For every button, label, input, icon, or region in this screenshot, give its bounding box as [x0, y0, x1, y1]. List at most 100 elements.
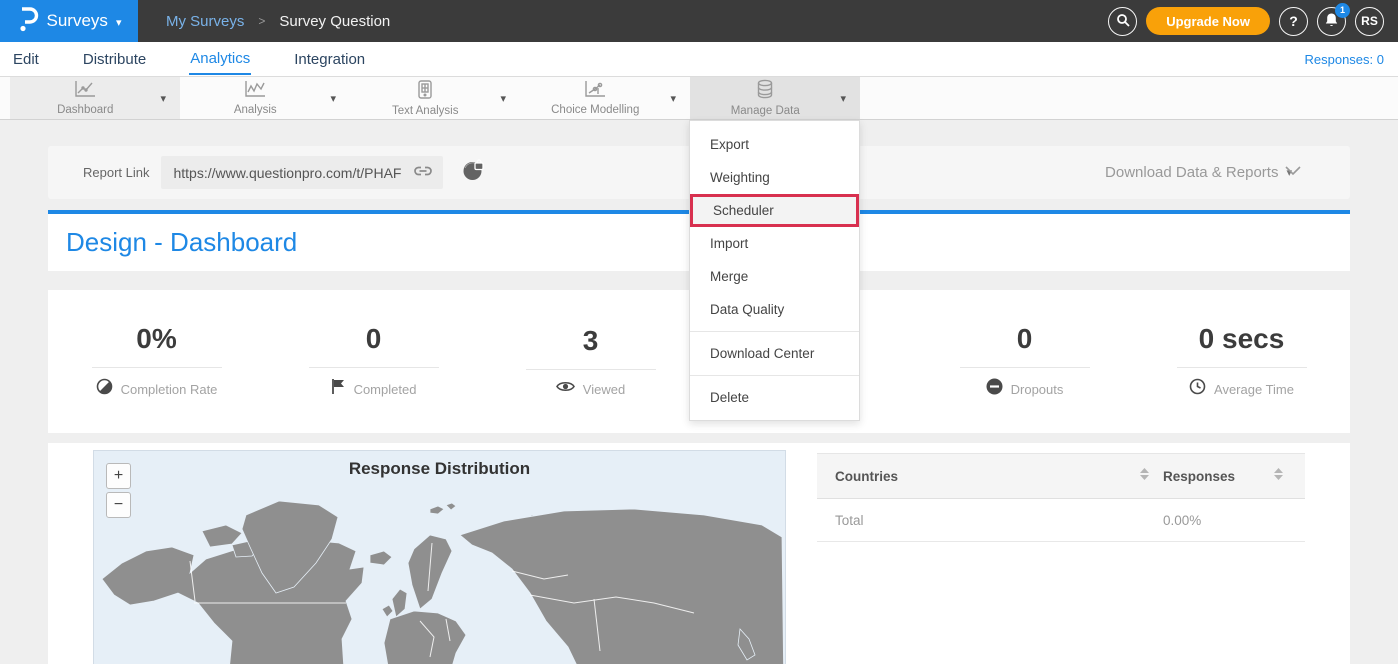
stat-value: 0 [366, 323, 382, 355]
breadcrumb: My Surveys > Survey Question [166, 13, 390, 30]
countries-table: Countries Responses Total 0.00% [817, 453, 1305, 542]
menu-item-scheduler[interactable]: Scheduler [690, 194, 859, 227]
menu-divider [690, 331, 859, 332]
chevron-down-icon[interactable]: ▾ [160, 92, 166, 105]
nav-item-edit[interactable]: Edit [12, 45, 40, 74]
analysis-chart-icon [244, 80, 266, 103]
stat-label: Viewed [583, 382, 625, 397]
nav-item-distribute[interactable]: Distribute [82, 45, 147, 74]
menu-item-delete[interactable]: Delete [690, 381, 859, 414]
sort-icon[interactable] [1140, 467, 1149, 485]
map-zoom-controls: + − [106, 463, 131, 518]
tab-label: Choice Modelling [551, 104, 639, 116]
divider [1177, 367, 1307, 368]
chevron-down-icon: ▾ [116, 16, 122, 29]
row-responses: 0.00% [1163, 513, 1201, 528]
table-header-row: Countries Responses [817, 453, 1305, 499]
chevron-down-icon[interactable]: ▾ [670, 92, 676, 105]
sort-icon[interactable] [1274, 467, 1283, 485]
privacy-globe-lock-icon[interactable] [461, 158, 486, 188]
table-row: Total 0.00% [817, 499, 1305, 542]
divider [960, 367, 1090, 368]
download-data-reports-label: Download Data & Reports [1105, 164, 1278, 181]
link-icon[interactable] [413, 164, 433, 182]
column-header-countries[interactable]: Countries [835, 469, 898, 484]
tab-choice-modelling[interactable]: Choice Modelling ▾ [520, 77, 690, 119]
breadcrumb-my-surveys[interactable]: My Surveys [166, 13, 244, 30]
breadcrumb-current: Survey Question [279, 13, 390, 30]
stat-dropouts: 0 Dropouts [916, 290, 1133, 433]
tab-label: Dashboard [57, 104, 113, 116]
stat-value: 0 [1017, 323, 1033, 355]
stat-value: 0% [136, 323, 176, 355]
page-title: Design - Dashboard [66, 227, 297, 258]
stat-label: Completed [354, 382, 417, 397]
nav-item-analytics[interactable]: Analytics [189, 44, 251, 75]
top-bar: Surveys ▾ My Surveys > Survey Question U… [0, 0, 1398, 42]
world-map[interactable] [94, 451, 786, 664]
menu-item-download-center[interactable]: Download Center [690, 337, 859, 370]
stat-completion-rate: 0% Completion Rate [48, 290, 265, 433]
minus-circle-icon [986, 378, 1003, 400]
menu-item-weighting[interactable]: Weighting [690, 161, 859, 194]
chevron-down-icon[interactable]: ▾ [840, 92, 846, 105]
menu-divider [690, 375, 859, 376]
download-data-reports-dropdown[interactable]: Download Data & Reports ▾ [1105, 164, 1292, 181]
survey-nav: Edit Distribute Analytics Integration Re… [0, 42, 1398, 76]
stat-label: Completion Rate [121, 382, 218, 397]
analytics-toolbar: Dashboard ▾ Analysis ▾ Text Analysis ▾ C… [0, 76, 1398, 120]
stat-label: Average Time [1214, 382, 1294, 397]
menu-item-merge[interactable]: Merge [690, 260, 859, 293]
distribution-section: Response Distribution + − [48, 443, 1350, 664]
avatar-initials: RS [1361, 14, 1378, 28]
question-mark-icon: ? [1289, 13, 1298, 29]
stat-value: 3 [583, 325, 599, 357]
menu-item-data-quality[interactable]: Data Quality [690, 293, 859, 326]
flag-icon [331, 378, 346, 400]
report-url-value[interactable]: https://www.questionpro.com/t/PHAF [173, 165, 413, 181]
chevron-down-icon[interactable]: ▾ [330, 92, 336, 105]
notification-count-badge: 1 [1335, 3, 1350, 18]
tab-manage-data[interactable]: Manage Data ▾ [690, 77, 860, 119]
divider [309, 367, 439, 368]
stat-label: Dropouts [1011, 382, 1064, 397]
column-header-responses[interactable]: Responses [1163, 469, 1235, 484]
upgrade-now-button[interactable]: Upgrade Now [1146, 7, 1270, 35]
stat-completed: 0 Completed [265, 290, 482, 433]
tab-analysis[interactable]: Analysis ▾ [180, 77, 350, 119]
report-url-field[interactable]: https://www.questionpro.com/t/PHAF [161, 156, 443, 189]
stat-viewed: 3 Viewed [482, 290, 699, 433]
eye-icon [556, 380, 575, 398]
notifications-button[interactable]: 1 [1317, 7, 1346, 36]
manage-data-menu: Export Weighting Scheduler Import Merge … [689, 120, 860, 421]
tab-dashboard[interactable]: Dashboard ▾ [10, 77, 180, 119]
product-name: Surveys [47, 11, 108, 31]
stat-average-time: 0 secs Average Time [1133, 290, 1350, 433]
surveys-app-switcher[interactable]: Surveys ▾ [0, 0, 138, 42]
tab-text-analysis[interactable]: Text Analysis ▾ [350, 77, 520, 119]
tab-label: Manage Data [731, 105, 800, 117]
completion-rate-icon [96, 378, 113, 400]
line-chart-icon [74, 80, 96, 103]
report-link-label: Report Link [83, 165, 149, 180]
search-button[interactable] [1108, 7, 1137, 36]
map-zoom-in-button[interactable]: + [106, 463, 131, 489]
collapse-chevron-icon[interactable] [1284, 163, 1302, 181]
map-zoom-out-button[interactable]: − [106, 492, 131, 518]
chevron-down-icon[interactable]: ▾ [500, 92, 506, 105]
breadcrumb-separator-icon: > [258, 14, 265, 28]
divider [526, 369, 656, 370]
divider [92, 367, 222, 368]
response-map-panel[interactable]: Response Distribution + − [93, 450, 786, 664]
avatar[interactable]: RS [1355, 7, 1384, 36]
database-icon [755, 79, 775, 104]
nav-item-integration[interactable]: Integration [293, 45, 366, 74]
topbar-actions: Upgrade Now ? 1 RS [1108, 7, 1398, 36]
menu-item-export[interactable]: Export [690, 128, 859, 161]
document-grid-icon [416, 80, 434, 104]
search-icon [1116, 13, 1130, 30]
map-title: Response Distribution [94, 459, 785, 479]
menu-item-import[interactable]: Import [690, 227, 859, 260]
tab-label: Analysis [234, 104, 277, 116]
help-button[interactable]: ? [1279, 7, 1308, 36]
